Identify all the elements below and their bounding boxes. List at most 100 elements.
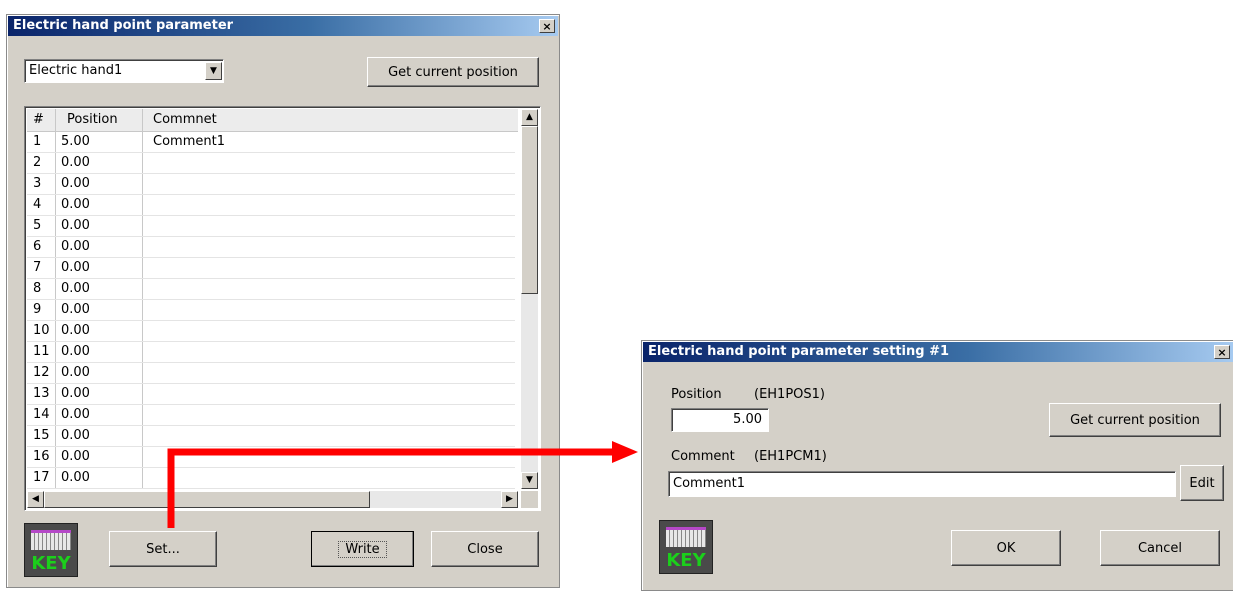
grid-cell-num: 2 bbox=[33, 155, 42, 170]
grid-cell-position: 0.00 bbox=[61, 155, 90, 170]
scroll-right-icon[interactable]: ▶ bbox=[501, 491, 518, 508]
grid-cell-position: 0.00 bbox=[61, 218, 90, 233]
comment-input[interactable]: Comment1 bbox=[668, 471, 1176, 497]
grid-cell-comment: Comment1 bbox=[153, 134, 225, 149]
table-row[interactable]: 8 0.00 bbox=[27, 279, 515, 300]
grid-cell-position: 0.00 bbox=[61, 239, 90, 254]
get-current-position-button[interactable]: Get current position bbox=[367, 57, 539, 87]
table-row[interactable]: 13 0.00 bbox=[27, 384, 515, 405]
grid-cell-num: 3 bbox=[33, 176, 42, 191]
table-row[interactable]: 4 0.00 bbox=[27, 195, 515, 216]
grid-cell-position: 0.00 bbox=[61, 344, 90, 359]
dialog-titlebar: Electric hand point parameter setting #1… bbox=[643, 342, 1233, 362]
comment-variable: (EH1PCM1) bbox=[754, 449, 827, 464]
chevron-down-icon[interactable]: ▼ bbox=[205, 62, 222, 80]
grid-cell-num: 6 bbox=[33, 239, 42, 254]
grid-cell-position: 0.00 bbox=[61, 428, 90, 443]
key-label: KEY bbox=[666, 550, 706, 571]
grid-header-position: Position bbox=[67, 112, 118, 127]
scroll-thumb[interactable] bbox=[521, 126, 538, 294]
dialog-titlebar: Electric hand point parameter × bbox=[8, 16, 558, 36]
position-label: Position bbox=[671, 387, 722, 402]
scroll-corner bbox=[521, 491, 538, 508]
table-row[interactable]: 12 0.00 bbox=[27, 363, 515, 384]
table-row[interactable]: 3 0.00 bbox=[27, 174, 515, 195]
grid-cell-position: 0.00 bbox=[61, 260, 90, 275]
dialog-title: Electric hand point parameter setting #1 bbox=[648, 344, 950, 359]
grid-cell-position: 0.00 bbox=[61, 281, 90, 296]
scroll-left-icon[interactable]: ◀ bbox=[27, 491, 44, 508]
grid-cell-num: 1 bbox=[33, 134, 42, 149]
table-row[interactable]: 2 0.00 bbox=[27, 153, 515, 174]
position-value: 5.00 bbox=[733, 412, 762, 427]
table-row[interactable]: 6 0.00 bbox=[27, 237, 515, 258]
keyboard-icon[interactable]: KEY bbox=[659, 520, 713, 574]
grid-cell-num: 14 bbox=[33, 407, 50, 422]
table-row[interactable]: 10 0.00 bbox=[27, 321, 515, 342]
grid-cell-num: 11 bbox=[33, 344, 50, 359]
comment-value: Comment1 bbox=[673, 476, 745, 491]
position-input[interactable]: 5.00 bbox=[671, 408, 769, 432]
write-button[interactable]: Write bbox=[311, 531, 414, 567]
close-icon[interactable]: × bbox=[1214, 345, 1230, 359]
grid-cell-position: 0.00 bbox=[61, 176, 90, 191]
table-row[interactable]: 9 0.00 bbox=[27, 300, 515, 321]
table-row[interactable]: 14 0.00 bbox=[27, 405, 515, 426]
close-icon[interactable]: × bbox=[539, 19, 555, 33]
grid-cell-num: 9 bbox=[33, 302, 42, 317]
grid-cell-position: 0.00 bbox=[61, 407, 90, 422]
get-current-position-label: Get current position bbox=[1070, 412, 1200, 428]
hand-select-value: Electric hand1 bbox=[29, 63, 123, 78]
set-label: Set... bbox=[146, 541, 180, 557]
grid-cell-position: 0.00 bbox=[61, 197, 90, 212]
grid-header: # Position Commnet bbox=[27, 109, 518, 132]
cancel-button[interactable]: Cancel bbox=[1100, 530, 1220, 566]
grid-cell-num: 7 bbox=[33, 260, 42, 275]
scroll-up-icon[interactable]: ▲ bbox=[521, 109, 538, 126]
comment-label: Comment bbox=[671, 449, 735, 464]
table-row[interactable]: 11 0.00 bbox=[27, 342, 515, 363]
close-button[interactable]: Close bbox=[431, 531, 539, 567]
scroll-down-icon[interactable]: ▼ bbox=[521, 472, 538, 489]
grid-cell-num: 16 bbox=[33, 449, 50, 464]
position-variable: (EH1POS1) bbox=[754, 387, 825, 402]
point-grid[interactable]: # Position Commnet 1 5.00 Comment1 2 0.00 3 0.… bbox=[24, 106, 541, 511]
close-label: Close bbox=[467, 541, 503, 557]
ok-button[interactable]: OK bbox=[951, 530, 1061, 566]
horizontal-scrollbar[interactable]: ◀ ▶ bbox=[27, 491, 518, 508]
grid-cell-num: 5 bbox=[33, 218, 42, 233]
table-row[interactable]: 17 0.00 bbox=[27, 468, 515, 489]
get-current-position-label: Get current position bbox=[388, 64, 518, 80]
point-parameter-dialog: Electric hand point parameter × Electric… bbox=[6, 14, 560, 588]
grid-cell-num: 12 bbox=[33, 365, 50, 380]
table-row[interactable]: 15 0.00 bbox=[27, 426, 515, 447]
grid-cell-position: 0.00 bbox=[61, 470, 90, 485]
table-row[interactable]: 1 5.00 Comment1 bbox=[27, 132, 515, 153]
table-row[interactable]: 16 0.00 bbox=[27, 447, 515, 468]
cancel-label: Cancel bbox=[1137, 540, 1183, 556]
grid-cell-num: 10 bbox=[33, 323, 50, 338]
grid-cell-position: 0.00 bbox=[61, 449, 90, 464]
scroll-thumb-horizontal[interactable] bbox=[44, 491, 370, 508]
get-current-position-button[interactable]: Get current position bbox=[1049, 403, 1221, 437]
grid-cell-position: 0.00 bbox=[61, 386, 90, 401]
dialog-title: Electric hand point parameter bbox=[13, 18, 234, 33]
grid-cell-num: 15 bbox=[33, 428, 50, 443]
grid-cell-num: 13 bbox=[33, 386, 50, 401]
key-label: KEY bbox=[31, 553, 71, 574]
ok-label: OK bbox=[996, 540, 1016, 556]
vertical-scrollbar[interactable]: ▲ ▼ bbox=[521, 109, 538, 489]
grid-cell-num: 8 bbox=[33, 281, 42, 296]
edit-button[interactable]: Edit bbox=[1180, 465, 1224, 501]
grid-cell-position: 0.00 bbox=[61, 302, 90, 317]
hand-select[interactable]: Electric hand1 ▼ bbox=[24, 59, 224, 83]
write-label: Write bbox=[338, 540, 387, 558]
table-row[interactable]: 7 0.00 bbox=[27, 258, 515, 279]
keyboard-icon[interactable]: KEY bbox=[24, 523, 78, 577]
grid-header-comment: Commnet bbox=[153, 112, 217, 127]
annotation-arrow-head bbox=[612, 441, 638, 463]
keyboard-graphic bbox=[666, 527, 706, 547]
table-row[interactable]: 5 0.00 bbox=[27, 216, 515, 237]
set-button[interactable]: Set... bbox=[109, 531, 217, 567]
grid-cell-position: 0.00 bbox=[61, 323, 90, 338]
